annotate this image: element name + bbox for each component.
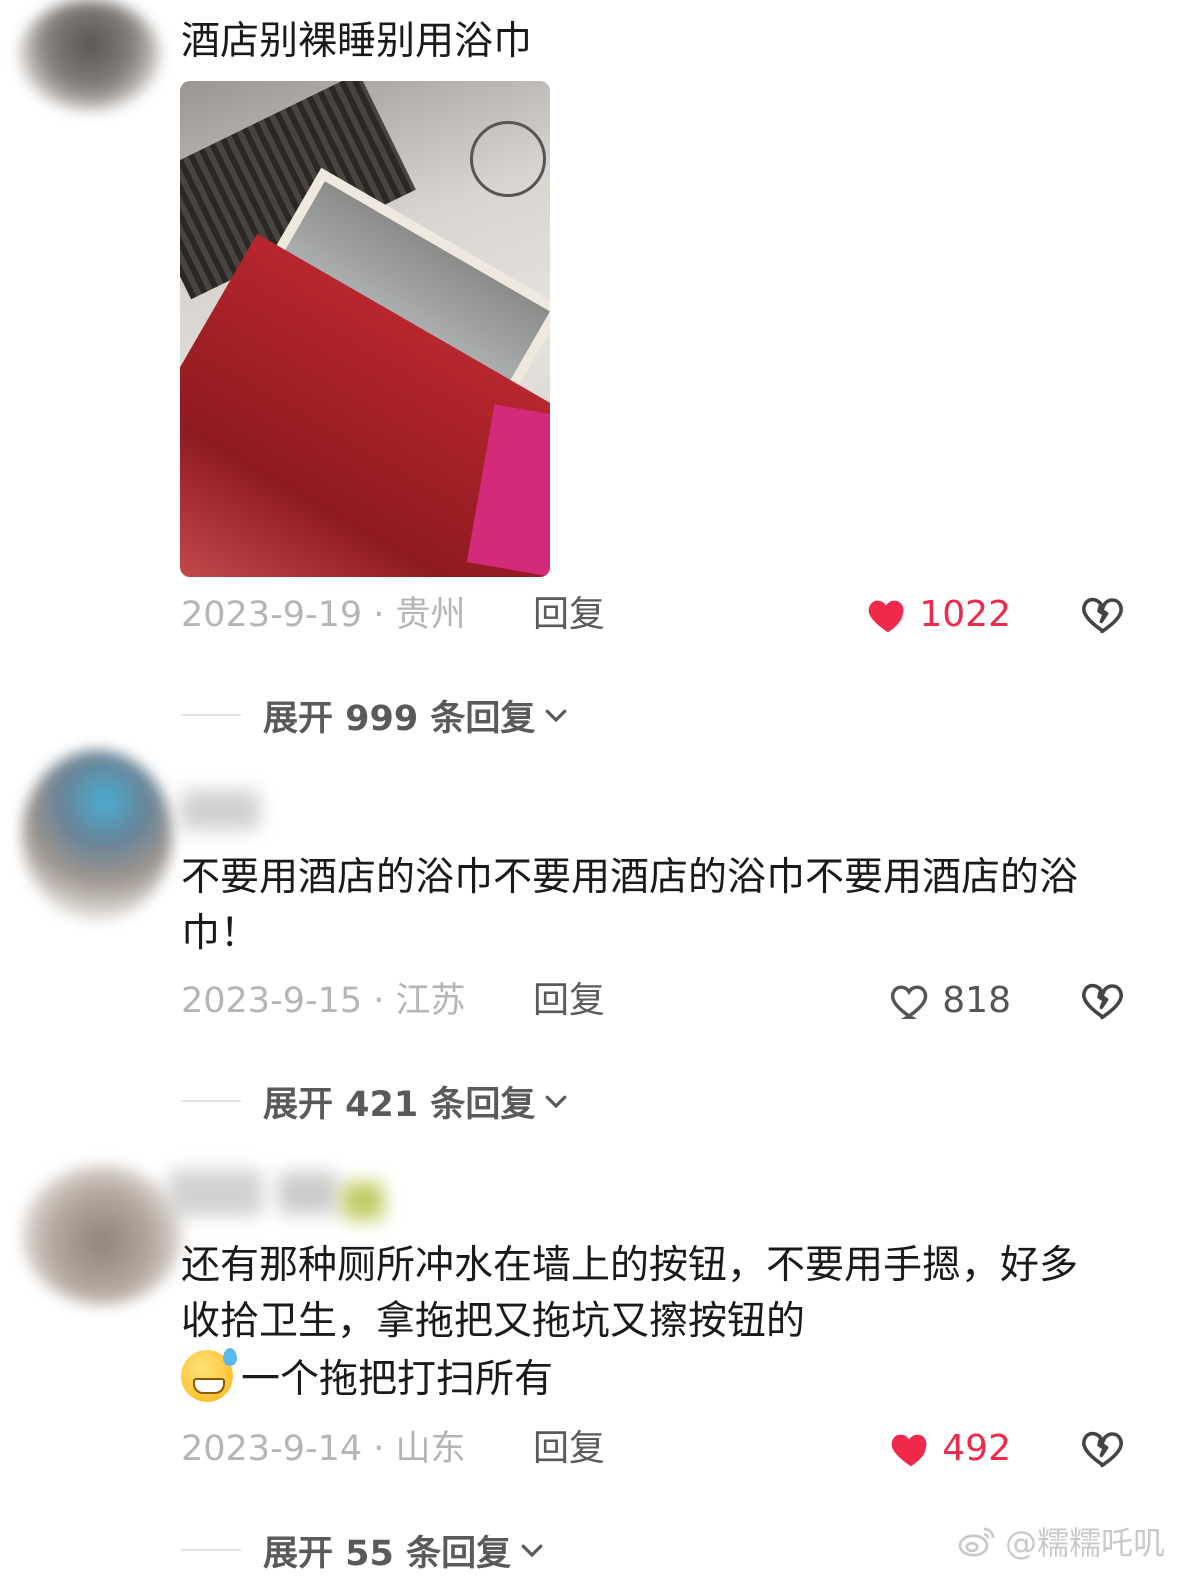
date-location: 2023-9-15 · 江苏 [181, 981, 466, 1021]
date-location: 2023-9-19 · 贵州 [181, 595, 466, 635]
expand-replies-label: 展开 999 条回复 [263, 698, 536, 739]
comment-text: 不要用酒店的浴巾不要用酒店的浴巾不要用酒店的浴巾！ [181, 855, 1079, 956]
heart-filled-icon [891, 1434, 927, 1467]
like-count: 818 [942, 980, 1011, 1021]
avatar[interactable] [22, 750, 172, 920]
chevron-down-icon [521, 1544, 543, 1558]
comment-meta: 2023-9-15 · 江苏 回复 818 [181, 976, 1141, 1026]
expand-replies-label: 展开 55 条回复 [263, 1533, 512, 1574]
username-blurred[interactable] [168, 1170, 263, 1216]
expand-replies[interactable]: 展开 421 条回复 [181, 1076, 571, 1126]
watermark: @糯糯吒叽 [957, 1518, 1165, 1564]
avatar[interactable] [20, 0, 160, 110]
expand-replies-label: 展开 421 条回复 [263, 1084, 536, 1125]
watermark-text: @糯糯吒叽 [1004, 1524, 1165, 1562]
comment-text-line: 还有那种厕所冲水在墙上的按钮，不要用手摁，好多收拾卫生，拿拖把又拖坑又擦按钮的 [181, 1243, 1079, 1344]
dislike-broken-heart-icon[interactable] [1079, 1424, 1127, 1472]
grinning-sweat-emoji-icon [181, 1348, 237, 1402]
comment-photo[interactable] [180, 81, 550, 577]
comment-meta: 2023-9-19 · 贵州 回复 1022 [181, 590, 1141, 640]
divider [181, 1549, 241, 1551]
heart-outline-icon [891, 985, 928, 1020]
reply-button[interactable]: 回复 [533, 590, 605, 640]
dislike-broken-heart-icon[interactable] [1079, 590, 1127, 638]
expand-replies[interactable]: 展开 55 条回复 [181, 1525, 547, 1575]
chevron-down-icon [546, 709, 567, 723]
reply-button[interactable]: 回复 [533, 1424, 605, 1474]
comment-text: 酒店别裸睡别用浴巾 [181, 19, 533, 64]
username-blurred[interactable] [278, 1172, 338, 1214]
like-button[interactable]: 818 [888, 976, 1011, 1026]
like-count: 1022 [919, 594, 1011, 635]
like-button[interactable]: 492 [888, 1424, 1011, 1474]
comment-text: 还有那种厕所冲水在墙上的按钮，不要用手摁，好多收拾卫生，拿拖把又拖坑又擦按钮的 … [181, 1238, 1101, 1408]
username-blurred[interactable] [180, 790, 260, 830]
like-button[interactable]: 1022 [865, 590, 1011, 640]
weibo-logo-icon [958, 1527, 995, 1557]
heart-filled-icon [869, 600, 904, 633]
reply-button[interactable]: 回复 [533, 976, 605, 1026]
date-location: 2023-9-14 · 山东 [181, 1429, 466, 1469]
divider [181, 1100, 241, 1102]
comment-meta: 2023-9-14 · 山东 回复 492 [181, 1424, 1141, 1474]
comment-text-line: 一个拖把打扫所有 [241, 1357, 554, 1402]
username-badge-blurred [342, 1182, 384, 1220]
dislike-broken-heart-icon[interactable] [1079, 976, 1127, 1024]
like-count: 492 [942, 1428, 1011, 1469]
expand-replies[interactable]: 展开 999 条回复 [181, 690, 571, 740]
chevron-down-icon [546, 1095, 567, 1109]
avatar[interactable] [22, 1165, 182, 1305]
divider [181, 714, 241, 716]
